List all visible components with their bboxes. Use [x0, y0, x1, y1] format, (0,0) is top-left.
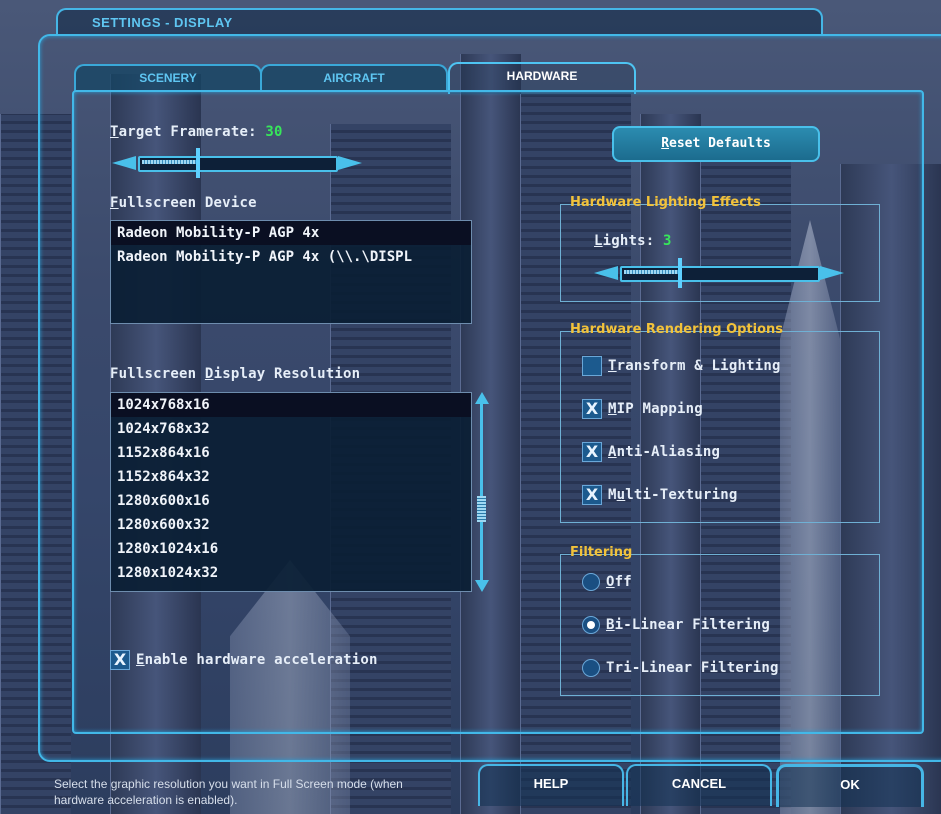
hardware-accel-label[interactable]: Enable hardware acceleration	[136, 652, 378, 668]
transform-lighting-checkbox[interactable]	[582, 356, 602, 376]
framerate-slider[interactable]	[112, 148, 362, 178]
reset-defaults-button[interactable]: Reset Defaults	[612, 126, 820, 162]
lights-slider-handle[interactable]	[677, 258, 682, 288]
multi-texturing-checkbox[interactable]: X	[582, 485, 602, 505]
resolution-label: Fullscreen Display Resolution	[110, 366, 361, 382]
multi-texturing-label[interactable]: Multi-Texturing	[608, 487, 737, 503]
filter-off-label[interactable]: Off	[606, 574, 632, 590]
fullscreen-device-list[interactable]: Radeon Mobility-P AGP 4x Radeon Mobility…	[110, 220, 472, 324]
tab-scenery[interactable]: SCENERY	[74, 64, 262, 92]
resolution-scrollbar[interactable]	[474, 392, 490, 592]
anti-aliasing-label[interactable]: Anti-Aliasing	[608, 444, 720, 460]
framerate-slider-handle[interactable]	[195, 148, 200, 178]
rendering-group-title: Hardware Rendering Options	[570, 322, 784, 337]
lighting-group-title: Hardware Lighting Effects	[570, 195, 761, 210]
help-button[interactable]: HELP	[478, 764, 624, 806]
filter-bilinear-radio[interactable]	[582, 616, 600, 634]
framerate-label: Target Framerate: 30	[110, 124, 283, 140]
transform-lighting-label[interactable]: Transform & Lighting	[608, 358, 781, 374]
scroll-down-arrow[interactable]	[475, 580, 489, 592]
resolution-item[interactable]: 1280x1024x32	[111, 561, 471, 585]
device-item[interactable]: Radeon Mobility-P AGP 4x	[111, 221, 471, 245]
resolution-item[interactable]: 1024x768x16	[111, 393, 471, 417]
mip-mapping-label[interactable]: MIP Mapping	[608, 401, 703, 417]
lights-slider[interactable]	[594, 258, 844, 288]
resolution-item[interactable]: 1024x768x32	[111, 417, 471, 441]
tab-aircraft[interactable]: AIRCRAFT	[260, 64, 448, 92]
resolution-item[interactable]: 1280x600x32	[111, 513, 471, 537]
device-item[interactable]: Radeon Mobility-P AGP 4x (\\.\DISPL	[111, 245, 471, 269]
scroll-up-arrow[interactable]	[475, 392, 489, 404]
mip-mapping-checkbox[interactable]: X	[582, 399, 602, 419]
window-title: SETTINGS - DISPLAY	[92, 15, 233, 30]
fullscreen-device-label: Fullscreen Device	[110, 195, 257, 211]
resolution-list[interactable]: 1024x768x16 1024x768x32 1152x864x16 1152…	[110, 392, 472, 592]
hardware-accel-checkbox[interactable]: X	[110, 650, 130, 670]
resolution-item[interactable]: 1152x864x32	[111, 465, 471, 489]
ok-button[interactable]: OK	[776, 764, 924, 807]
lights-value: 3	[663, 233, 672, 249]
filter-trilinear-label[interactable]: Tri-Linear Filtering	[606, 660, 779, 676]
filtering-group-title: Filtering	[570, 545, 633, 560]
filter-trilinear-radio[interactable]	[582, 659, 600, 677]
status-text: Select the graphic resolution you want i…	[54, 777, 403, 807]
cancel-button[interactable]: CANCEL	[626, 764, 772, 806]
resolution-item[interactable]: 1280x1024x16	[111, 537, 471, 561]
lights-label: Lights: 3	[594, 233, 672, 249]
anti-aliasing-checkbox[interactable]: X	[582, 442, 602, 462]
framerate-value: 30	[265, 124, 283, 140]
filter-bilinear-label[interactable]: Bi-Linear Filtering	[606, 617, 770, 633]
filter-off-radio[interactable]	[582, 573, 600, 591]
resolution-item[interactable]: 1280x600x16	[111, 489, 471, 513]
scroll-thumb[interactable]	[477, 496, 486, 522]
resolution-item[interactable]: 1152x864x16	[111, 441, 471, 465]
